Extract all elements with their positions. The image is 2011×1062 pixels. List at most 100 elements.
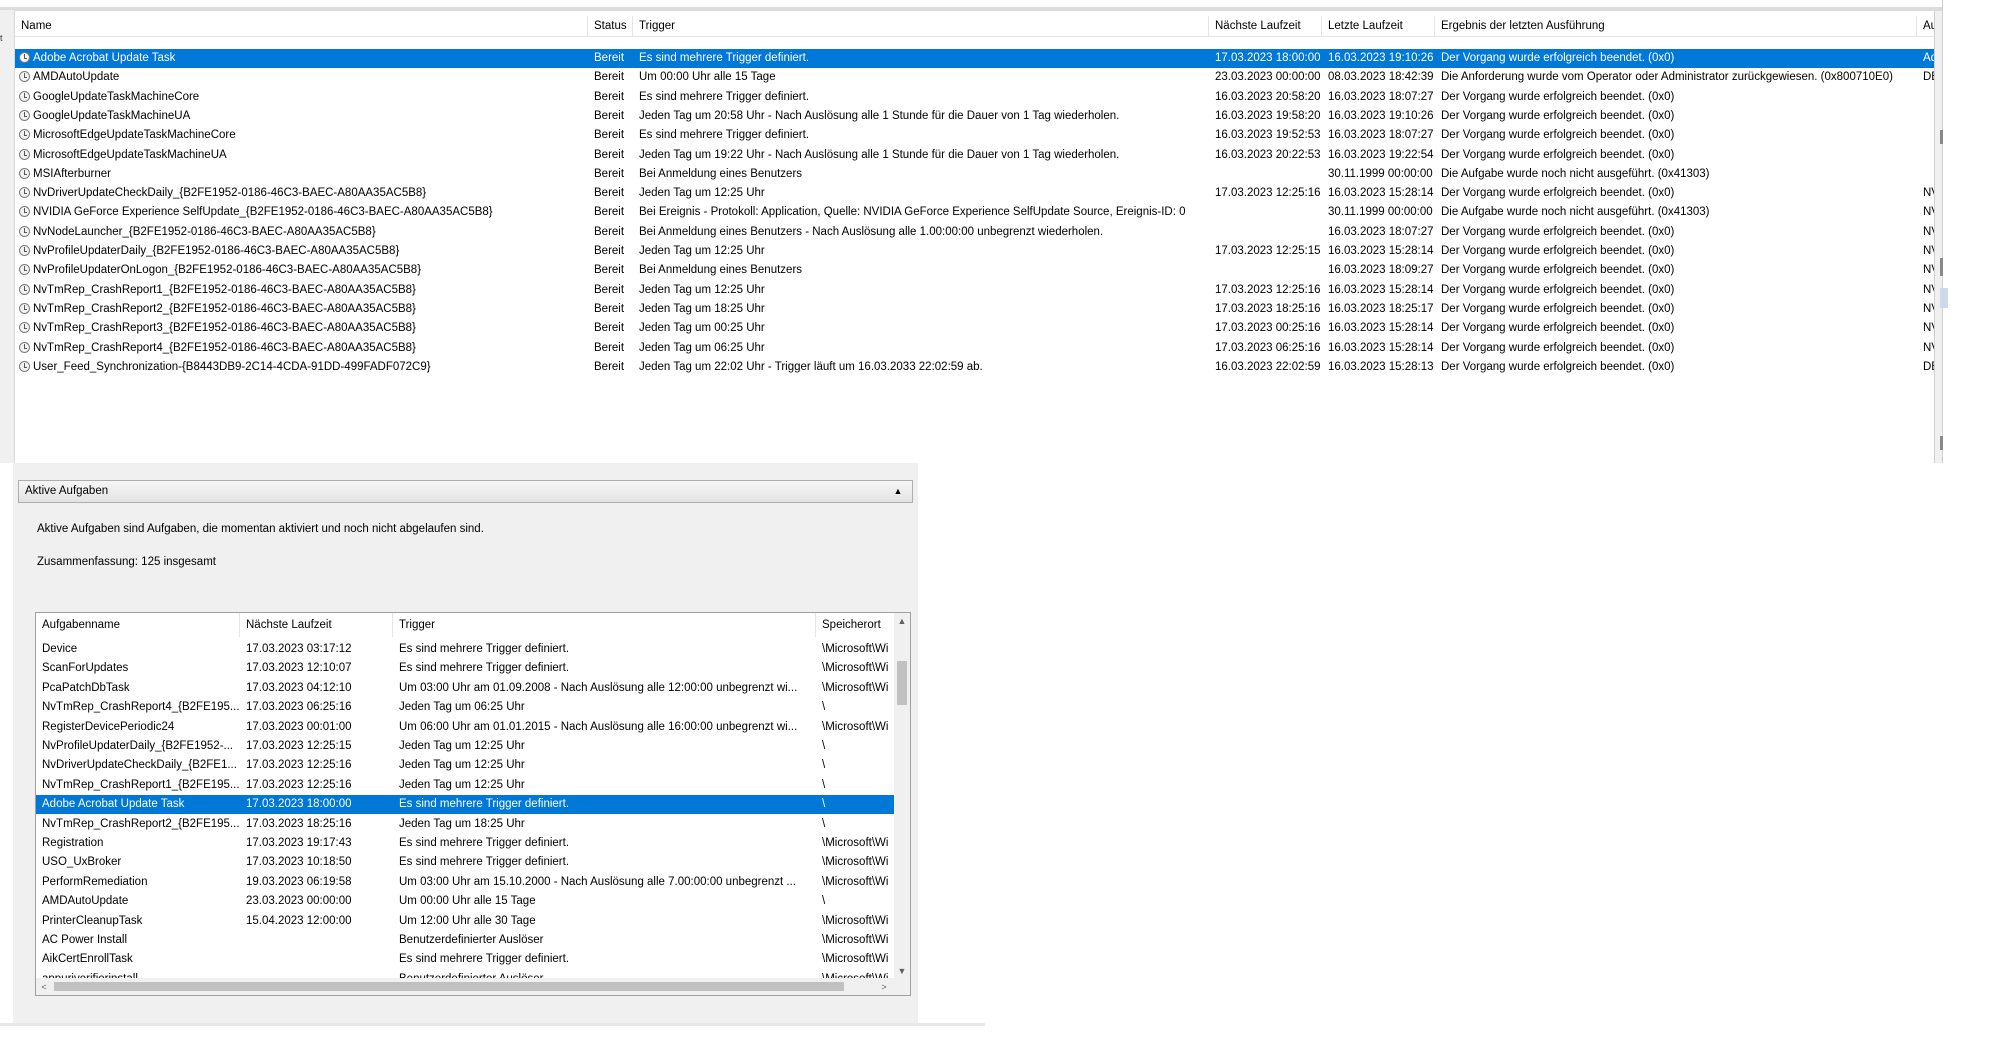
task-row[interactable]: NvTmRep_CrashReport3_{B2FE1952-0186-46C3…	[15, 319, 1940, 338]
column-header-trigger[interactable]: Trigger	[633, 16, 1209, 36]
active-task-row[interactable]: USO_UxBroker 17.03.2023 10:18:50 Es sind m…	[36, 853, 894, 872]
active-cell-location: \Microsoft\Wi	[822, 720, 889, 733]
active-column-header-name[interactable]: Aufgabenname	[36, 613, 240, 637]
active-task-row[interactable]: AC Power Install Benutzerdefinierter Ausl…	[36, 931, 894, 950]
cell-status: Bereit	[594, 341, 625, 354]
active-task-row[interactable]: NvTmRep_CrashReport1_{B2FE195... 17.03.20…	[36, 776, 894, 795]
active-cell-trigger: Um 00:00 Uhr alle 15 Tage	[399, 895, 536, 908]
active-cell-location: \	[822, 817, 826, 830]
active-cell-next: 17.03.2023 12:10:07	[246, 662, 352, 675]
active-column-header-next[interactable]: Nächste Laufzeit	[240, 613, 393, 637]
cell-result: Der Vorgang wurde erfolgreich beendet. (…	[1441, 129, 1675, 142]
active-task-row[interactable]: AikCertEnrollTask Es sind mehrere Trigger…	[36, 950, 894, 969]
cell-status: Bereit	[594, 187, 625, 200]
task-row[interactable]: GoogleUpdateTaskMachineCore Bereit Es sind…	[15, 88, 1940, 107]
cell-last: 16.03.2023 15:28:14	[1328, 283, 1434, 296]
active-task-row[interactable]: Device 17.03.2023 03:17:12 Es sind mehrere…	[36, 640, 894, 659]
task-row[interactable]: MicrosoftEdgeUpdateTaskMachineUA Bereit Je…	[15, 146, 1940, 165]
column-header-name[interactable]: Name	[15, 16, 588, 36]
task-row[interactable]: NvDriverUpdateCheckDaily_{B2FE1952-0186-…	[15, 184, 1940, 203]
active-task-row[interactable]: PrinterCleanupTask 15.04.2023 12:00:00 Um …	[36, 912, 894, 931]
cell-next: 17.03.2023 12:25:15	[1215, 245, 1321, 257]
cell-trigger: Bei Ereignis - Protokoll: Application, Q…	[639, 206, 1186, 219]
actions-pane-edge	[1942, 0, 1951, 463]
active-tasks-title: Aktive Aufgaben	[25, 485, 109, 497]
active-task-row[interactable]: AMDAutoUpdate 23.03.2023 00:00:00 Um 00:00…	[36, 892, 894, 911]
cell-status: Bereit	[594, 322, 625, 335]
active-task-row[interactable]: Registration 17.03.2023 19:17:43 Es sind m…	[36, 834, 894, 853]
active-cell-next: 17.03.2023 12:25:16	[246, 778, 352, 791]
task-list-table[interactable]: Name Status Trigger Nächste Laufzeit Letzte …	[15, 11, 1940, 463]
task-row[interactable]: GoogleUpdateTaskMachineUA Bereit Jeden Tag…	[15, 107, 1940, 126]
active-cell-next	[240, 931, 393, 950]
active-tasks-header[interactable]: Aktive Aufgaben ▲	[18, 480, 913, 503]
active-cell-name: PrinterCleanupTask	[42, 914, 143, 927]
scroll-down-icon[interactable]: ▼	[894, 963, 910, 979]
active-tasks-hscroll[interactable]: < >	[36, 978, 910, 995]
active-task-row[interactable]: RegisterDevicePeriodic24 17.03.2023 00:01…	[36, 718, 894, 737]
active-task-row[interactable]: PerformRemediation 19.03.2023 06:19:58 Um …	[36, 873, 894, 892]
active-cell-next: 17.03.2023 10:18:50	[246, 856, 352, 869]
active-cell-trigger: Es sind mehrere Trigger definiert.	[399, 856, 570, 869]
task-row[interactable]: NvTmRep_CrashReport1_{B2FE1952-0186-46C3…	[15, 281, 1940, 300]
cell-last: 16.03.2023 18:09:27	[1328, 264, 1434, 277]
active-tasks-list[interactable]: Aufgabenname Nächste Laufzeit Trigger Speic…	[35, 612, 911, 996]
cell-result: Der Vorgang wurde erfolgreich beendet. (…	[1441, 283, 1675, 296]
active-cell-next: 17.03.2023 12:25:16	[246, 759, 352, 772]
cell-next: 17.03.2023 12:25:16	[1215, 283, 1321, 296]
cell-status: Bereit	[594, 206, 625, 219]
cell-last: 16.03.2023 18:07:27	[1328, 90, 1434, 103]
cell-result: Der Vorgang wurde erfolgreich beendet. (…	[1441, 341, 1675, 354]
active-task-row[interactable]: NvProfileUpdaterDaily_{B2FE1952-... 17.03…	[36, 737, 894, 756]
scroll-right-icon[interactable]: >	[876, 979, 892, 995]
active-cell-next: 17.03.2023 03:17:12	[246, 643, 352, 655]
active-cell-trigger: Es sind mehrere Trigger definiert.	[399, 643, 570, 655]
active-task-row[interactable]: ScanForUpdates 17.03.2023 12:10:07 Es sind…	[36, 659, 894, 678]
cell-status: Bereit	[594, 90, 625, 103]
task-row[interactable]: User_Feed_Synchronization-{B8443DB9-2C14…	[15, 358, 1940, 377]
active-column-header-location[interactable]: Speicherort	[816, 613, 896, 637]
active-task-row[interactable]: NvDriverUpdateCheckDaily_{B2FE1... 17.03.…	[36, 756, 894, 775]
active-cell-next: 23.03.2023 00:00:00	[246, 895, 352, 908]
active-task-row[interactable]: NvTmRep_CrashReport2_{B2FE195... 17.03.20…	[36, 815, 894, 834]
task-row[interactable]: NvTmRep_CrashReport2_{B2FE1952-0186-46C3…	[15, 300, 1940, 319]
active-cell-location: \	[822, 740, 826, 752]
column-header-next[interactable]: Nächste Laufzeit	[1209, 16, 1322, 36]
scroll-left-icon[interactable]: <	[36, 979, 52, 995]
cell-name: NvTmRep_CrashReport1_{B2FE1952-0186-46C3…	[33, 283, 416, 296]
cell-next: 16.03.2023 22:02:59	[1215, 360, 1321, 373]
active-cell-name: NvTmRep_CrashReport1_{B2FE195...	[42, 778, 240, 791]
vscroll-thumb[interactable]	[897, 661, 907, 705]
column-header-result[interactable]: Ergebnis der letzten Ausführung	[1435, 16, 1917, 36]
active-cell-location: \Microsoft\Wi	[822, 934, 889, 946]
cell-name: MicrosoftEdgeUpdateTaskMachineCore	[33, 129, 236, 142]
cell-trigger: Es sind mehrere Trigger definiert.	[639, 52, 810, 64]
task-row[interactable]: NvProfileUpdaterOnLogon_{B2FE1952-0186-4…	[15, 261, 1940, 280]
task-row[interactable]: MSIAfterburner Bereit Bei Anmeldung eines …	[15, 165, 1940, 184]
cell-last: 16.03.2023 18:07:27	[1328, 129, 1434, 142]
task-row[interactable]: NvNodeLauncher_{B2FE1952-0186-46C3-BAEC-…	[15, 223, 1940, 242]
collapse-icon[interactable]: ▲	[892, 484, 904, 498]
task-row[interactable]: NvTmRep_CrashReport4_{B2FE1952-0186-46C3…	[15, 339, 1940, 358]
cell-trigger: Jeden Tag um 22:02 Uhr - Trigger läuft u…	[639, 360, 983, 373]
cell-name: GoogleUpdateTaskMachineCore	[33, 90, 200, 103]
task-row[interactable]: AMDAutoUpdate Bereit Um 00:00 Uhr alle 15 …	[15, 68, 1940, 87]
hscroll-thumb[interactable]	[54, 982, 844, 991]
task-row[interactable]: NVIDIA GeForce Experience SelfUpdate_{B2…	[15, 203, 1940, 222]
scroll-up-icon[interactable]: ▲	[894, 613, 910, 629]
active-task-row[interactable]: NvTmRep_CrashReport4_{B2FE195... 17.03.20…	[36, 698, 894, 717]
task-row[interactable]: MicrosoftEdgeUpdateTaskMachineCore Bereit…	[15, 126, 1940, 145]
active-tasks-vscroll[interactable]: ▲ ▼	[894, 613, 910, 979]
active-task-row[interactable]: PcaPatchDbTask 17.03.2023 04:12:10 Um 03:0…	[36, 679, 894, 698]
cell-name: MicrosoftEdgeUpdateTaskMachineUA	[33, 148, 227, 161]
active-cell-trigger: Es sind mehrere Trigger definiert.	[399, 953, 570, 966]
active-column-header-trigger[interactable]: Trigger	[393, 613, 816, 637]
cell-trigger: Bei Anmeldung eines Benutzers	[639, 167, 803, 180]
column-header-last[interactable]: Letzte Laufzeit	[1322, 16, 1435, 36]
task-row[interactable]: Adobe Acrobat Update Task Bereit Es sind m…	[15, 49, 1940, 68]
cell-next	[1209, 223, 1322, 242]
active-task-row[interactable]: Adobe Acrobat Update Task 17.03.2023 18:0…	[36, 795, 894, 815]
column-header-status[interactable]: Status	[588, 16, 633, 36]
active-cell-location: \	[822, 895, 826, 908]
task-row[interactable]: NvProfileUpdaterDaily_{B2FE1952-0186-46C…	[15, 242, 1940, 261]
